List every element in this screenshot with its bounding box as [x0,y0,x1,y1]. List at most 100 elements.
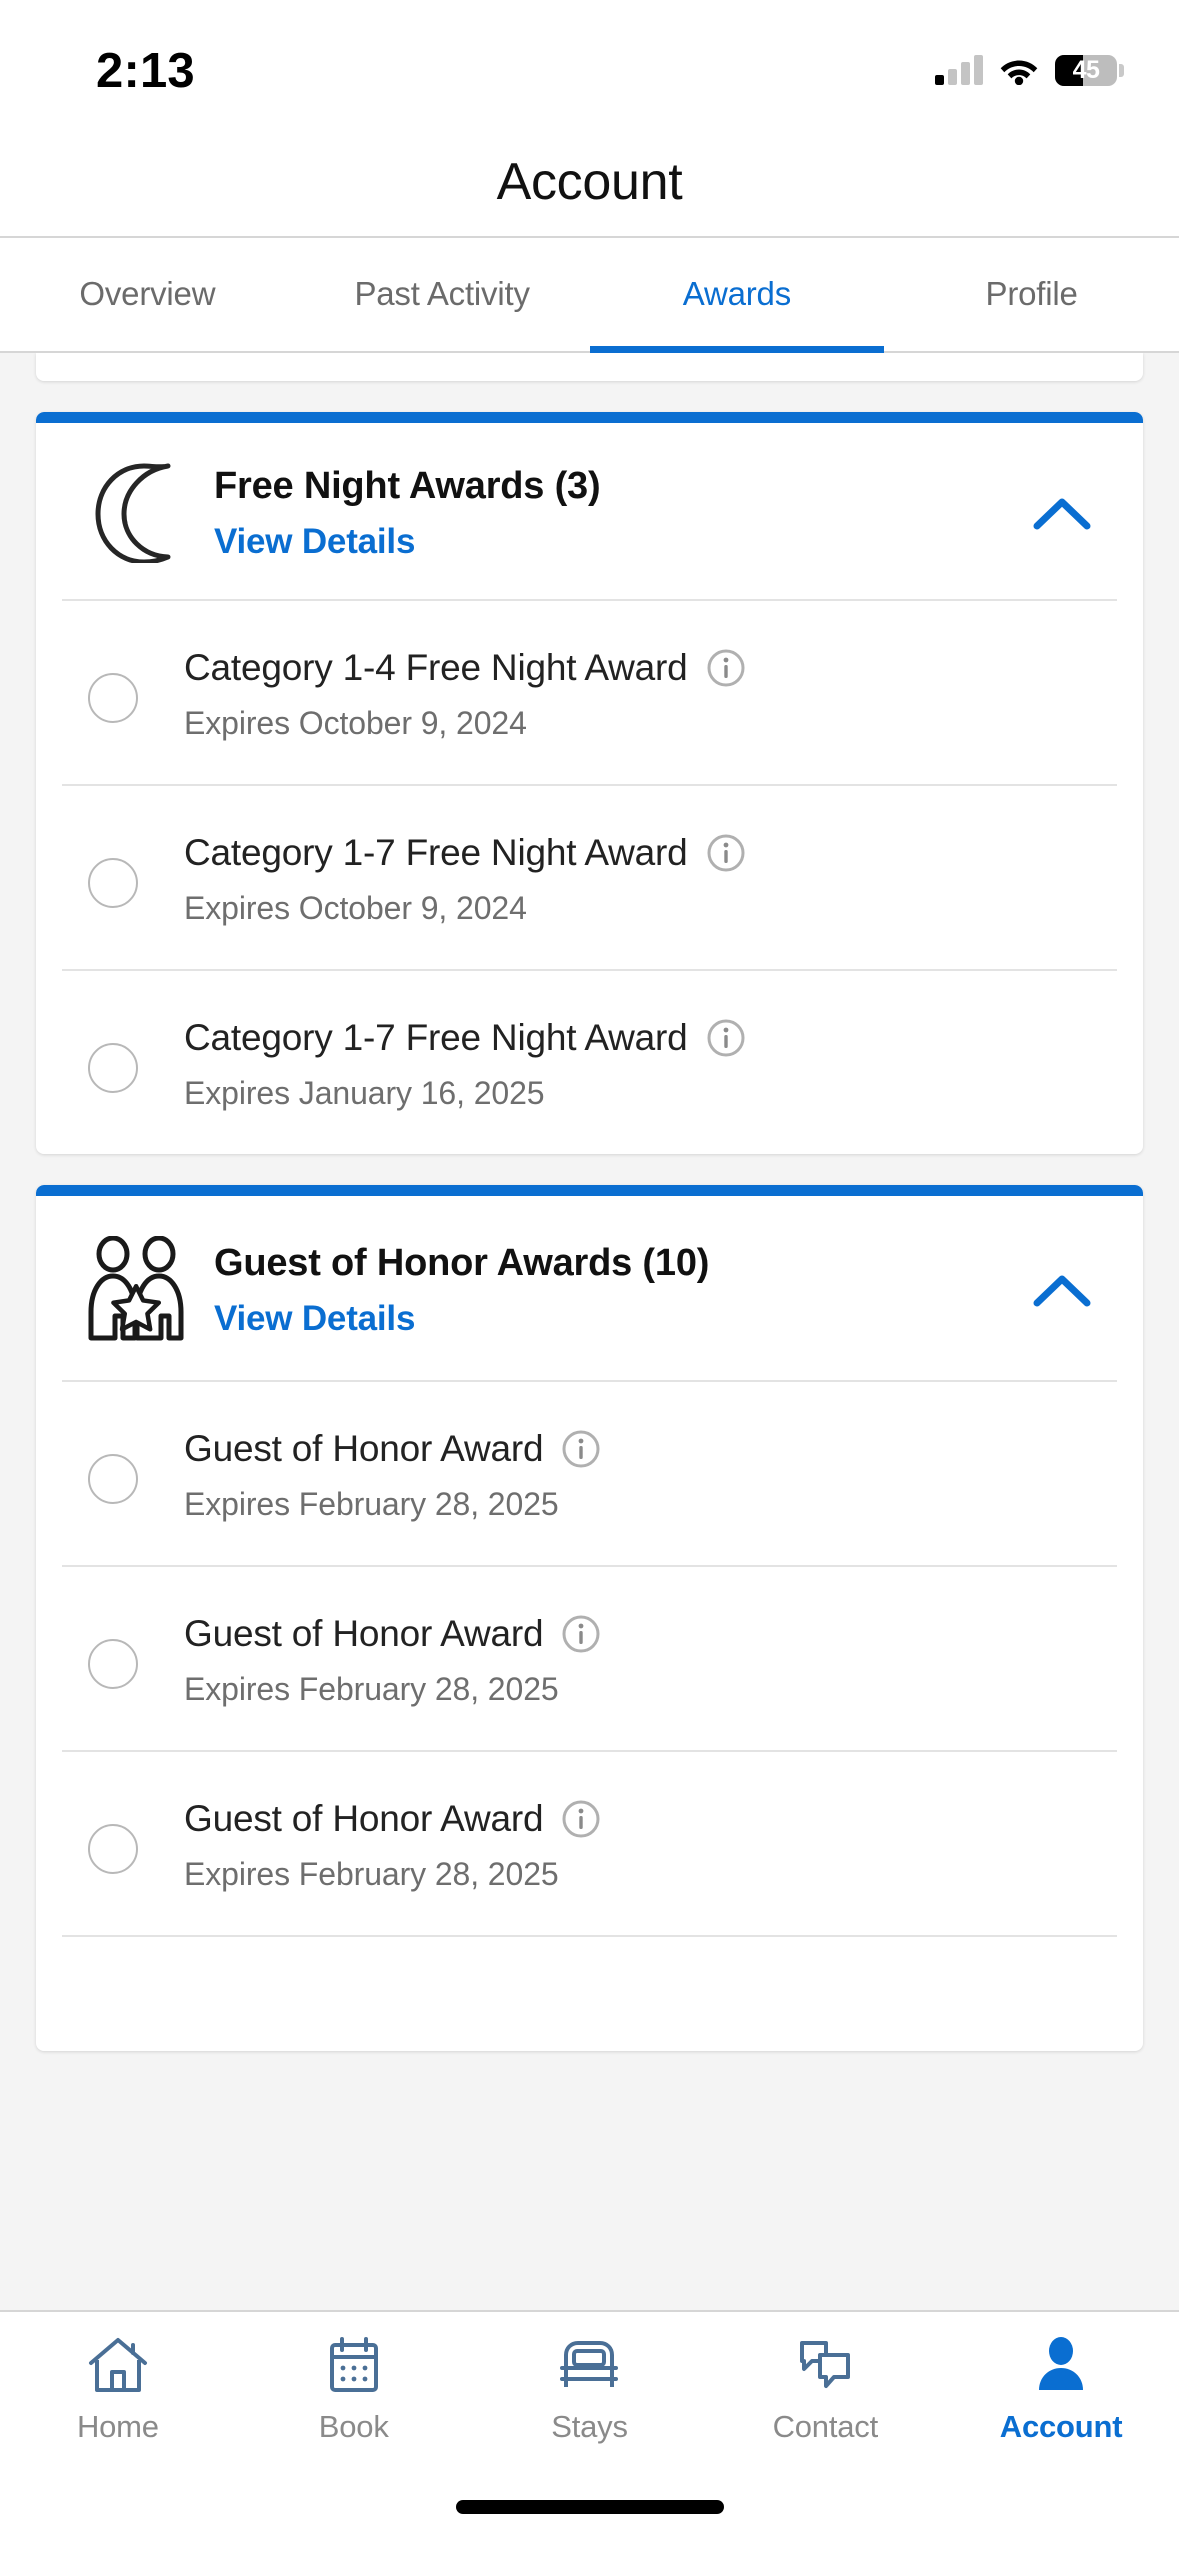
card-accent-bar [36,1185,1143,1196]
radio-circle-unselected [88,858,138,908]
info-icon[interactable] [561,1614,601,1654]
bottom-nav-contact[interactable]: Contact [707,2334,943,2445]
chevron-up-icon [1033,1275,1091,1307]
crescent-moon-icon [62,463,214,563]
award-select-radio[interactable] [62,832,184,908]
award-select-radio[interactable] [62,1017,184,1093]
award-select-radio[interactable] [62,1428,184,1504]
cellular-signal-icon [935,55,983,85]
navigation-bar: Account [0,128,1179,236]
home-indicator[interactable] [455,2500,724,2514]
free-night-awards-collapse-toggle[interactable] [1021,496,1117,530]
guest-of-honor-awards-title: Guest of Honor Awards (10) [214,1241,710,1284]
previous-award-card-partial[interactable] [36,353,1143,381]
page-title: Account [496,153,683,211]
award-row-body: Guest of Honor Award Expires February 28… [184,1613,1117,1708]
award-row-body: Guest of Honor Award Expires February 28… [184,1798,1117,1893]
bottom-nav-stays-label: Stays [551,2409,628,2444]
tab-profile[interactable]: Profile [884,238,1179,351]
account-tab-bar: Overview Past Activity Awards Profile [0,236,1179,353]
info-icon[interactable] [706,1018,746,1058]
bottom-nav-home-label: Home [76,2409,159,2444]
guest-of-honor-awards-header-text: Guest of Honor Awards (10) View Details [214,1242,1021,1339]
award-select-radio[interactable] [62,1983,184,2009]
award-title: Category 1-7 Free Night Award [184,1017,688,1058]
bottom-nav-account-label: Account [999,2409,1123,2444]
award-title: Category 1-4 Free Night Award [184,647,688,688]
free-night-awards-header-text: Free Night Awards (3) View Details [214,465,1021,562]
calendar-icon [325,2334,383,2396]
awards-scroll-area[interactable]: Free Night Awards (3) View Details Categ… [0,353,1179,2310]
status-bar-indicators: 45 [935,43,1124,86]
award-expiry: Expires February 28, 2025 [184,1486,559,1522]
award-select-radio[interactable] [62,1798,184,1874]
guest-of-honor-awards-view-details-link[interactable]: View Details [214,1299,1021,1339]
tab-overview[interactable]: Overview [0,238,295,351]
guest-of-honor-awards-card: Guest of Honor Awards (10) View Details … [36,1185,1143,2051]
bed-icon [556,2334,622,2396]
award-select-radio[interactable] [62,1613,184,1689]
radio-circle-unselected [88,1824,138,1874]
tab-profile-label: Profile [985,275,1078,313]
guest-of-honor-icon [62,1236,214,1344]
tab-past-activity[interactable]: Past Activity [295,238,590,351]
award-expiry: Expires February 28, 2025 [184,1671,559,1707]
free-night-awards-view-details-link[interactable]: View Details [214,522,1021,562]
person-icon [1033,2334,1089,2396]
award-row[interactable]: Guest of Honor Award Expires February 28… [62,1750,1117,1935]
award-expiry: Expires October 9, 2024 [184,705,527,741]
wifi-icon [1000,60,1038,85]
info-icon[interactable] [706,648,746,688]
award-row[interactable]: Guest of Honor Award Expires February 28… [62,1380,1117,1565]
award-expiry: Expires February 28, 2025 [184,1856,559,1892]
battery-icon: 45 [1055,54,1124,86]
house-icon [87,2334,149,2396]
card-accent-bar [36,412,1143,423]
chat-bubbles-icon [794,2334,856,2396]
award-row-partial[interactable] [62,1935,1117,2051]
status-bar-time: 2:13 [96,43,195,98]
info-icon[interactable] [561,1799,601,1839]
radio-circle-unselected [88,673,138,723]
info-icon[interactable] [706,833,746,873]
award-row-title-line: Guest of Honor Award [184,1798,1117,1840]
award-row[interactable]: Category 1-4 Free Night Award Expires Oc… [62,599,1117,784]
award-expiry: Expires October 9, 2024 [184,890,527,926]
home-indicator-area [0,2492,1179,2556]
award-row-body: Guest of Honor Award Expires February 28… [184,1428,1117,1523]
award-row[interactable]: Category 1-7 Free Night Award Expires Ja… [62,969,1117,1154]
tab-past-activity-label: Past Activity [354,275,530,313]
free-night-awards-title: Free Night Awards (3) [214,464,601,507]
battery-percent-label: 45 [1072,55,1100,84]
radio-circle-unselected [88,1043,138,1093]
info-icon[interactable] [561,1429,601,1469]
award-row-title-line: Category 1-7 Free Night Award [184,1017,1117,1059]
radio-circle-unselected [88,1639,138,1689]
tab-overview-label: Overview [79,275,216,313]
award-row-body: Category 1-7 Free Night Award Expires Oc… [184,832,1117,927]
award-row[interactable]: Category 1-7 Free Night Award Expires Oc… [62,784,1117,969]
award-row-body: Category 1-7 Free Night Award Expires Ja… [184,1017,1117,1112]
award-title: Guest of Honor Award [184,1428,544,1469]
award-title: Guest of Honor Award [184,1798,544,1839]
guest-of-honor-awards-collapse-toggle[interactable] [1021,1273,1117,1307]
status-bar: 2:13 45 [0,0,1179,128]
award-title: Category 1-7 Free Night Award [184,832,688,873]
app-screen: 2:13 45 Account Overview Past Activity A… [0,0,1179,2556]
free-night-awards-header[interactable]: Free Night Awards (3) View Details [36,423,1143,599]
tab-awards[interactable]: Awards [589,238,885,353]
award-row[interactable]: Guest of Honor Award Expires February 28… [62,1565,1117,1750]
award-select-radio[interactable] [62,647,184,723]
award-expiry: Expires January 16, 2025 [184,1075,545,1111]
bottom-nav-stays[interactable]: Stays [472,2334,708,2445]
bottom-nav-book[interactable]: Book [236,2334,472,2445]
award-row-title-line: Category 1-7 Free Night Award [184,832,1117,874]
bottom-nav-contact-label: Contact [772,2409,879,2444]
tab-awards-label: Awards [682,275,791,313]
guest-of-honor-awards-header[interactable]: Guest of Honor Awards (10) View Details [36,1196,1143,1380]
bottom-nav-account[interactable]: Account [943,2334,1179,2445]
award-row-title-line: Category 1-4 Free Night Award [184,647,1117,689]
bottom-nav-home[interactable]: Home [0,2334,236,2445]
free-night-awards-card: Free Night Awards (3) View Details Categ… [36,412,1143,1154]
bottom-tab-bar: Home Book Stays Contact Account [0,2310,1179,2492]
